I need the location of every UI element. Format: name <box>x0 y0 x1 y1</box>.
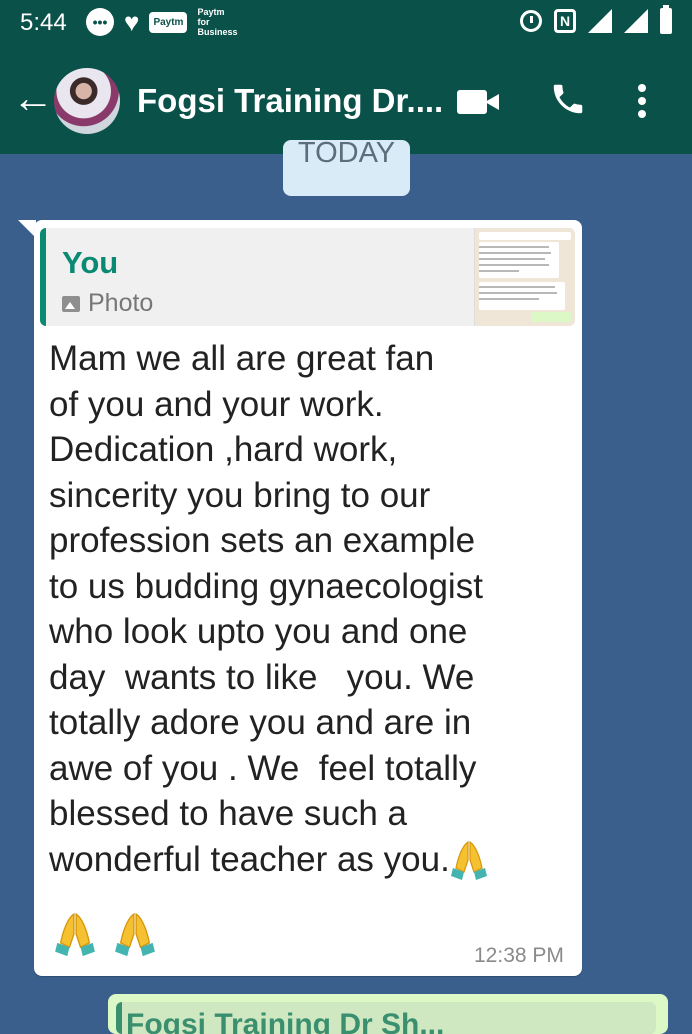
signal-icon <box>588 9 612 33</box>
folded-hands-icon <box>450 840 487 880</box>
back-arrow-icon[interactable]: ← <box>12 74 54 122</box>
messaging-notification-icon: ••• <box>86 8 114 36</box>
notification-icons: ••• ♥ Paytm Paytm for Business <box>86 7 237 37</box>
system-icons: N <box>520 5 672 34</box>
next-quote-author: Fogsi Training Dr Sh... <box>126 1008 445 1034</box>
date-separator-label: TODAY <box>297 137 396 169</box>
status-bar: 5:44 ••• ♥ Paytm Paytm for Business N <box>0 0 692 46</box>
next-message-bubble[interactable]: Fogsi Training Dr Sh... <box>108 994 668 1034</box>
quote-author: You <box>62 245 119 280</box>
quote-thumbnail <box>474 228 575 326</box>
nfc-icon: N <box>554 9 576 33</box>
message-body: Mam we all are great fan of you and your… <box>49 339 483 879</box>
phone-call-icon[interactable] <box>549 80 587 118</box>
status-time: 5:44 <box>20 9 67 36</box>
quote-media-type: Photo <box>62 289 153 318</box>
photo-icon <box>62 295 80 312</box>
battery-icon <box>660 5 672 34</box>
quote-accent-bar <box>40 228 46 326</box>
paytm-business-icon: Paytm for Business <box>197 7 238 37</box>
chat-title[interactable]: Fogsi Training Dr.... <box>137 82 443 120</box>
folded-hands-icon <box>115 912 155 957</box>
paytm-icon: Paytm <box>149 11 188 33</box>
avatar[interactable] <box>54 68 120 134</box>
message-text: Mam we all are great fan of you and your… <box>49 336 569 882</box>
video-call-icon[interactable] <box>457 90 501 114</box>
quoted-message[interactable]: You Photo <box>40 228 575 326</box>
quote-media-label: Photo <box>88 289 154 317</box>
message-time: 12:38 PM <box>474 944 564 967</box>
heart-icon: ♥ <box>124 7 140 37</box>
folded-hands-icon <box>55 912 95 957</box>
emoji-row <box>54 906 156 962</box>
more-options-icon[interactable] <box>638 84 646 123</box>
signal-icon-2 <box>624 9 648 33</box>
date-separator: TODAY <box>283 137 410 196</box>
alarm-icon <box>520 10 542 32</box>
